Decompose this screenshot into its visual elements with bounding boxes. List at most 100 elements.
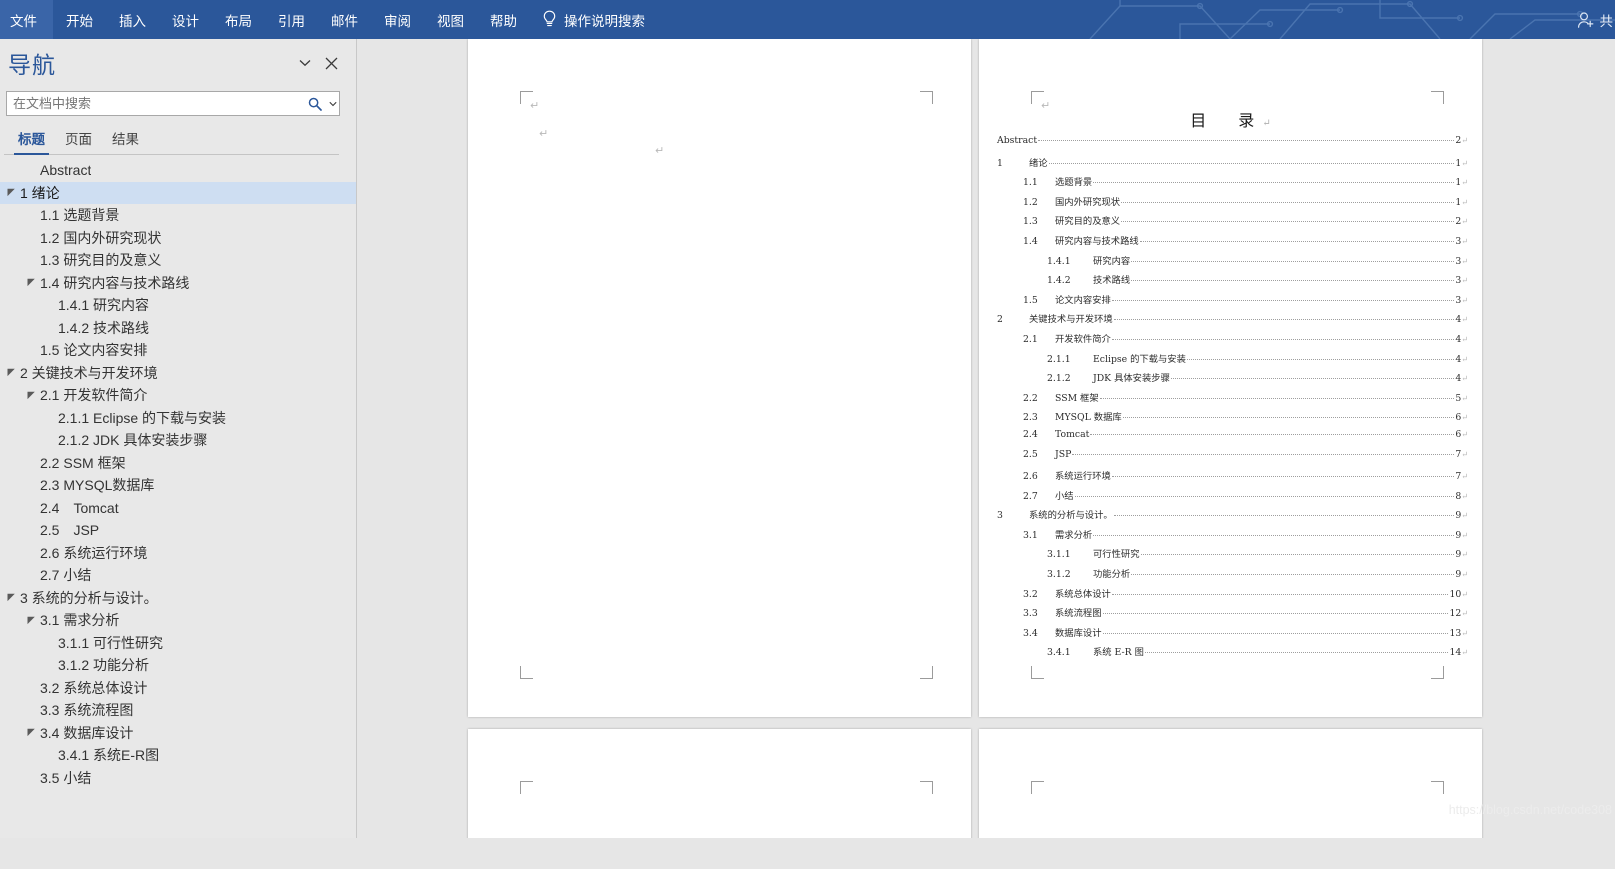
nav-tree-item[interactable]: 2.4 Tomcat [0,497,356,520]
toc-entry[interactable]: 1.4.1研究内容3↵ [993,253,1468,273]
toc-entry-number: 2.1.1 [993,354,1093,365]
toc-entry[interactable]: Abstract2↵ [993,135,1468,155]
toc-entry[interactable]: 2.3MYSQL 数据库6↵ [993,409,1468,429]
menu-insert[interactable]: 插入 [106,0,159,39]
nav-tree-item[interactable]: 1 绪论 [0,182,356,205]
toc-entry[interactable]: 1.4研究内容与技术路线3↵ [993,233,1468,253]
search-options-button[interactable] [326,92,339,115]
menu-references[interactable]: 引用 [265,0,318,39]
toc-leader-dots [1123,417,1455,418]
nav-tree-item[interactable]: 3.4.1 系统E-R图 [0,744,356,767]
toc-entry[interactable]: 1.5论文内容安排3↵ [993,292,1468,312]
share-button[interactable]: 共 [1576,0,1615,39]
menu-view[interactable]: 视图 [424,0,477,39]
menu-home[interactable]: 开始 [53,0,106,39]
document-page-left[interactable]: ↵ ↵ ↵ [468,39,971,717]
nav-tree-item[interactable]: 2.3 MYSQL数据库 [0,474,356,497]
navigation-heading-tree[interactable]: Abstract1 绪论1.1 选题背景1.2 国内外研究现状1.3 研究目的及… [0,159,356,869]
nav-tree-item[interactable]: 2.7 小结 [0,564,356,587]
paragraph-mark: ↵ [1461,374,1468,383]
triangle-expanded-icon [27,616,36,625]
tab-pages[interactable]: 页面 [55,128,102,154]
expand-triangle-icon[interactable] [22,391,40,400]
toc-leader-dots [1187,359,1454,360]
nav-tree-item[interactable]: 3.1.2 功能分析 [0,654,356,677]
tab-headings[interactable]: 标题 [8,128,55,154]
nav-tree-item[interactable]: 2.5 JSP [0,519,356,542]
toc-entry[interactable]: 2.5JSP7↵ [993,449,1468,469]
toc-entry[interactable]: 1.1选题背景1↵ [993,174,1468,194]
expand-triangle-icon[interactable] [2,188,20,197]
document-canvas[interactable]: ↵ ↵ ↵ ↵ 目 录↵ Abstract2↵1绪论1↵1.1选题背景1↵1.2… [358,39,1615,844]
expand-triangle-icon[interactable] [22,616,40,625]
toc-entry[interactable]: 2.1.2JDK 具体安装步骤4↵ [993,370,1468,390]
nav-tree-item[interactable]: 1.3 研究目的及意义 [0,249,356,272]
toc-entry[interactable]: 2.6系统运行环境7↵ [993,468,1468,488]
nav-tree-item[interactable]: 3.5 小结 [0,767,356,790]
menu-help[interactable]: 帮助 [477,0,530,39]
nav-tree-item[interactable]: 2.2 SSM 框架 [0,452,356,475]
menu-layout[interactable]: 布局 [212,0,265,39]
paragraph-mark: ↵ [1461,492,1468,501]
toc-entry[interactable]: 3.1.1可行性研究9↵ [993,546,1468,566]
search-box[interactable] [6,91,340,116]
toc-entry[interactable]: 1.2国内外研究现状1↵ [993,194,1468,214]
menu-mailings[interactable]: 邮件 [318,0,371,39]
nav-tree-item[interactable]: 3.2 系统总体设计 [0,677,356,700]
menu-review[interactable]: 审阅 [371,0,424,39]
document-page-right-2[interactable] [979,729,1482,844]
expand-triangle-icon[interactable] [2,368,20,377]
document-page-right[interactable]: ↵ 目 录↵ Abstract2↵1绪论1↵1.1选题背景1↵1.2国内外研究现… [979,39,1482,717]
nav-tree-item[interactable]: 1.4.1 研究内容 [0,294,356,317]
toc-entry[interactable]: 2.7小结8↵ [993,488,1468,508]
toc-entry[interactable]: 3.2系统总体设计10↵ [993,586,1468,606]
nav-tree-item[interactable]: 3.4 数据库设计 [0,722,356,745]
menu-design[interactable]: 设计 [159,0,212,39]
toc-entry-list[interactable]: Abstract2↵1绪论1↵1.1选题背景1↵1.2国内外研究现状1↵1.3研… [993,135,1468,664]
nav-tree-item[interactable]: 3.1 需求分析 [0,609,356,632]
nav-tree-item[interactable]: 3.3 系统流程图 [0,699,356,722]
expand-triangle-icon[interactable] [22,728,40,737]
toc-entry[interactable]: 3.4.1系统 E-R 图14↵ [993,644,1468,664]
toc-entry[interactable]: 3.4数据库设计13↵ [993,625,1468,645]
tab-results[interactable]: 结果 [102,128,149,154]
nav-tree-item[interactable]: 2 关键技术与开发环境 [0,362,356,385]
nav-tree-item[interactable]: 3 系统的分析与设计。 [0,587,356,610]
nav-tree-item[interactable]: Abstract [0,159,356,182]
document-page-left-2[interactable] [468,729,971,844]
search-button[interactable] [304,92,326,115]
nav-tree-item[interactable]: 1.5 论文内容安排 [0,339,356,362]
toc-entry[interactable]: 3系统的分析与设计。9↵ [993,507,1468,527]
toc-entry[interactable]: 3.3系统流程图12↵ [993,605,1468,625]
toc-entry[interactable]: 1绪论1↵ [993,155,1468,175]
nav-tree-item[interactable]: 2.1.2 JDK 具体安装步骤 [0,429,356,452]
nav-tree-item[interactable]: 1.4.2 技术路线 [0,317,356,340]
nav-tree-item[interactable]: 1.2 国内外研究现状 [0,227,356,250]
navigation-close-button[interactable] [318,50,344,76]
expand-triangle-icon[interactable] [22,278,40,287]
toc-entry[interactable]: 2关键技术与开发环境4↵ [993,311,1468,331]
tell-me-search[interactable]: 操作说明搜索 [542,0,645,39]
toc-entry[interactable]: 1.3研究目的及意义2↵ [993,213,1468,233]
nav-tree-item[interactable]: 2.1.1 Eclipse 的下载与安装 [0,407,356,430]
nav-tree-item[interactable]: 2.6 系统运行环境 [0,542,356,565]
toc-entry[interactable]: 3.1需求分析9↵ [993,527,1468,547]
nav-tree-item[interactable]: 3.1.1 可行性研究 [0,632,356,655]
triangle-expanded-icon [27,728,36,737]
toc-entry[interactable]: 2.4Tomcat6↵ [993,429,1468,449]
toc-entry[interactable]: 3.1.2功能分析9↵ [993,566,1468,586]
expand-triangle-icon[interactable] [2,593,20,602]
toc-heading: 目 录↵ [979,107,1482,131]
nav-tree-item[interactable]: 1.4 研究内容与技术路线 [0,272,356,295]
toc-entry[interactable]: 2.1.1Eclipse 的下载与安装4↵ [993,351,1468,371]
nav-tree-item[interactable]: 2.1 开发软件简介 [0,384,356,407]
navigation-options-button[interactable] [292,50,318,76]
menu-file[interactable]: 文件 [0,0,53,39]
search-input[interactable] [7,92,304,115]
toc-leader-dots [1112,476,1455,477]
toc-entry[interactable]: 2.1开发软件简介4↵ [993,331,1468,351]
margin-corner-top-right [1431,781,1444,794]
nav-tree-item[interactable]: 1.1 选题背景 [0,204,356,227]
toc-entry[interactable]: 2.2SSM 框架5↵ [993,390,1468,410]
toc-entry[interactable]: 1.4.2技术路线3↵ [993,272,1468,292]
